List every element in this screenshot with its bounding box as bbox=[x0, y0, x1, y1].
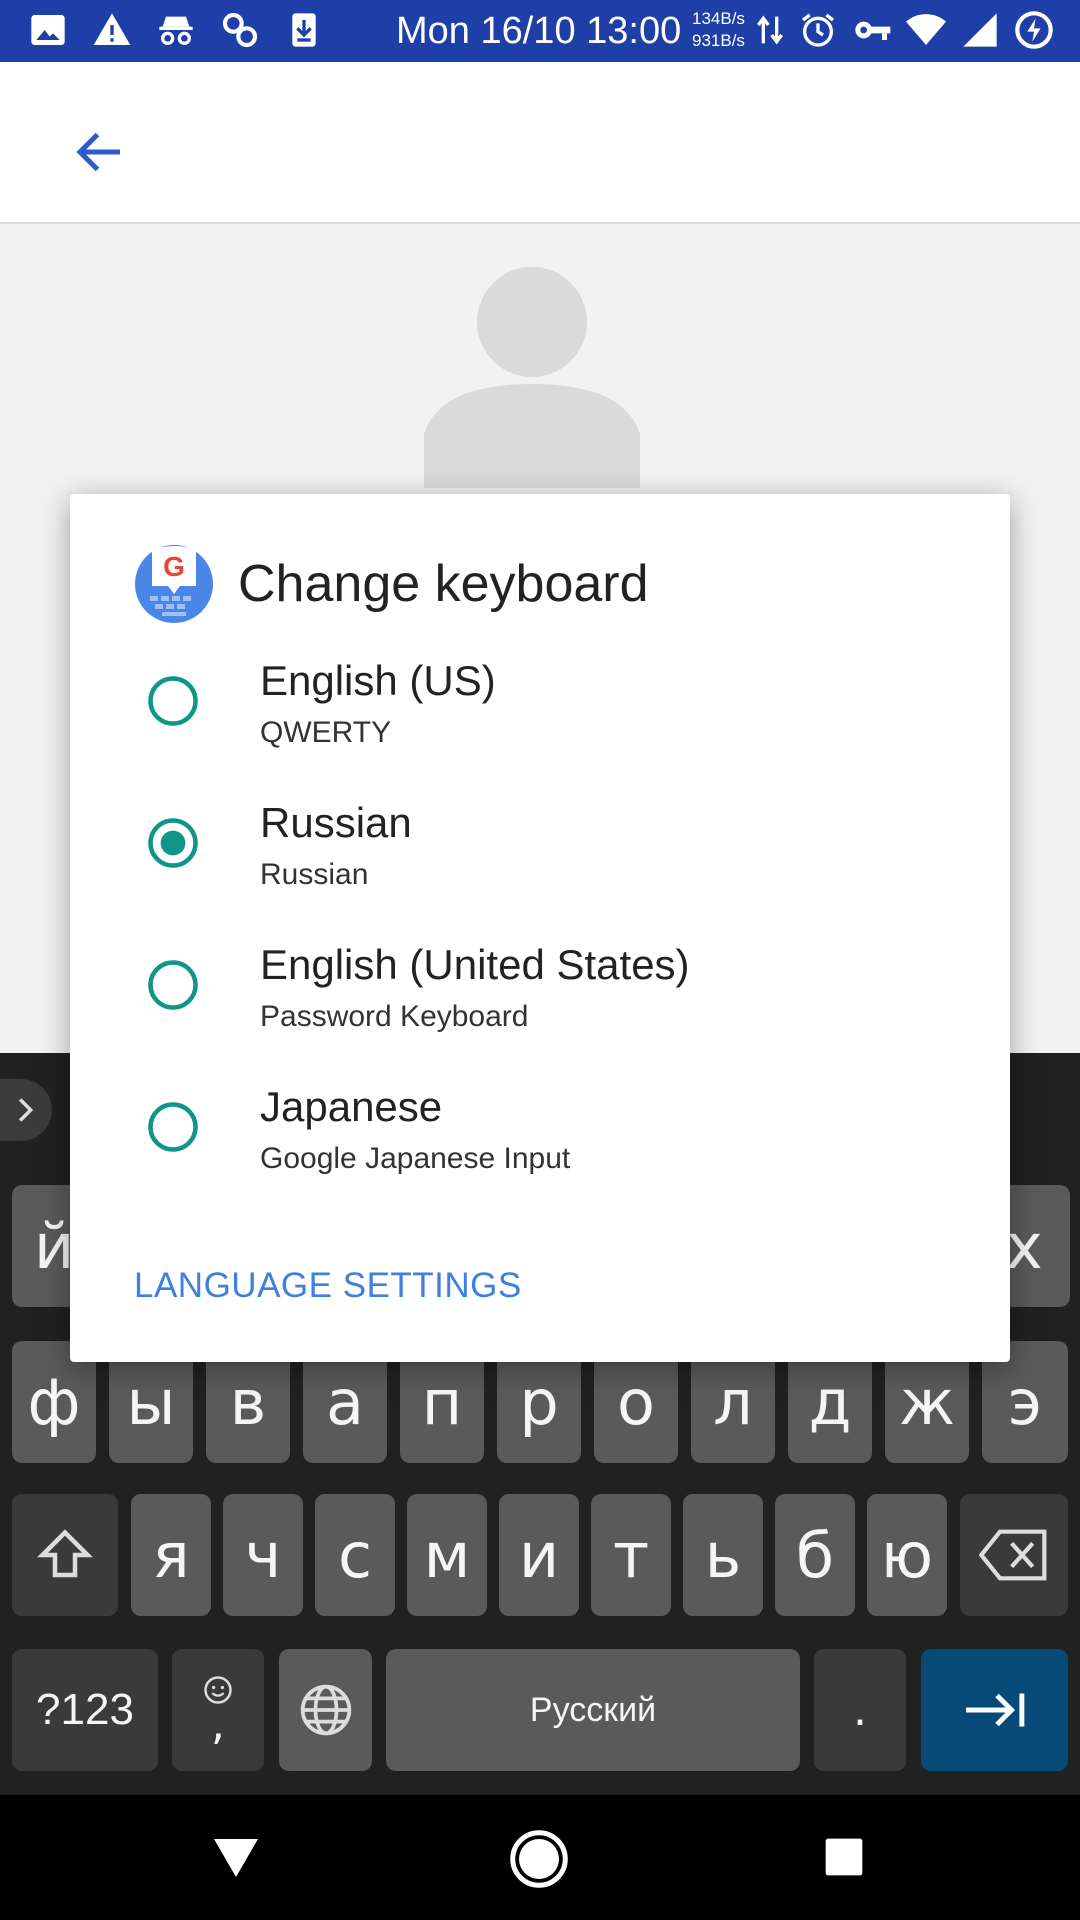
shift-icon bbox=[37, 1529, 93, 1578]
keyboard-option[interactable]: Russian Russian bbox=[70, 780, 1010, 922]
dialog-title: Change keyboard bbox=[238, 555, 649, 613]
option-title: Russian bbox=[260, 799, 412, 846]
keyboard-expand-button[interactable] bbox=[0, 1079, 52, 1141]
key-letter[interactable]: ю bbox=[867, 1494, 947, 1616]
option-title: English (US) bbox=[260, 657, 496, 704]
radio-selected-icon[interactable] bbox=[146, 816, 200, 870]
period-key[interactable]: . bbox=[814, 1649, 906, 1771]
download-icon bbox=[292, 13, 316, 47]
option-subtitle: Google Japanese Input bbox=[260, 1142, 571, 1175]
shift-key[interactable] bbox=[12, 1494, 118, 1616]
option-subtitle: Russian bbox=[260, 858, 369, 891]
back-triangle-icon[interactable] bbox=[212, 1837, 260, 1879]
app-bar bbox=[0, 62, 1080, 224]
language-settings-button[interactable]: LANGUAGE SETTINGS bbox=[134, 1264, 522, 1308]
status-bar: Mon 16/10 13:00 134B/s 931B/s bbox=[0, 0, 1080, 62]
option-title: English (United States) bbox=[260, 941, 690, 988]
rate-down: 931B/s bbox=[692, 31, 745, 50]
back-arrow-icon[interactable] bbox=[70, 122, 130, 182]
wifi-icon bbox=[906, 14, 946, 45]
key-letter[interactable]: я bbox=[131, 1494, 211, 1616]
warning-icon bbox=[93, 13, 131, 46]
backspace-icon bbox=[979, 1529, 1047, 1581]
status-time: Mon 16/10 13:00 bbox=[396, 10, 682, 52]
radio-unselected-icon[interactable] bbox=[146, 1100, 200, 1154]
backspace-key[interactable] bbox=[960, 1494, 1068, 1616]
link-icon bbox=[222, 12, 258, 48]
key-letter[interactable]: ч bbox=[223, 1494, 303, 1616]
gboard-icon: G bbox=[135, 545, 213, 623]
key-letter[interactable]: ь bbox=[683, 1494, 763, 1616]
keyboard-option[interactable]: English (United States) Password Keyboar… bbox=[70, 922, 1010, 1064]
option-title: Japanese bbox=[260, 1083, 443, 1130]
incognito-icon bbox=[159, 16, 193, 45]
option-subtitle: Password Keyboard bbox=[260, 1000, 529, 1033]
space-key[interactable]: Русский bbox=[386, 1649, 800, 1771]
option-subtitle: QWERTY bbox=[260, 716, 392, 749]
home-circle-icon[interactable] bbox=[509, 1829, 569, 1889]
keyboard-option[interactable]: English (US) QWERTY bbox=[70, 638, 1010, 780]
key-letter[interactable]: с bbox=[315, 1494, 395, 1616]
radio-unselected-icon[interactable] bbox=[146, 674, 200, 728]
tab-arrow-icon bbox=[965, 1693, 1024, 1727]
comma-label: , bbox=[211, 1699, 225, 1750]
data-arrows-icon bbox=[757, 15, 783, 45]
avatar-placeholder-icon bbox=[424, 267, 640, 488]
rate-up: 134B/s bbox=[692, 9, 745, 28]
symbols-key[interactable]: ?123 bbox=[12, 1649, 158, 1771]
key-letter[interactable]: б bbox=[775, 1494, 855, 1616]
globe-icon bbox=[300, 1684, 351, 1736]
battery-charging-icon bbox=[1015, 11, 1053, 49]
svg-text:G: G bbox=[163, 551, 185, 582]
change-keyboard-dialog: G Change keyboard English (US) QWERTY Ru… bbox=[70, 494, 1010, 1362]
next-field-key[interactable] bbox=[921, 1649, 1068, 1771]
recents-square-icon[interactable] bbox=[824, 1837, 864, 1877]
key-letter[interactable]: т bbox=[591, 1494, 671, 1616]
image-icon bbox=[31, 15, 65, 45]
signal-icon bbox=[963, 13, 997, 47]
radio-unselected-icon[interactable] bbox=[146, 958, 200, 1012]
navigation-bar bbox=[0, 1795, 1080, 1920]
alarm-icon bbox=[802, 13, 834, 47]
keyboard-option[interactable]: Japanese Google Japanese Input bbox=[70, 1064, 1010, 1206]
key-letter[interactable]: и bbox=[499, 1494, 579, 1616]
network-rates: 134B/s 931B/s bbox=[692, 8, 745, 52]
chevron-right-icon bbox=[18, 1098, 34, 1122]
emoji-comma-key[interactable]: , bbox=[172, 1649, 264, 1771]
key-letter[interactable]: м bbox=[407, 1494, 487, 1616]
vpn-key-icon bbox=[855, 21, 891, 40]
language-switch-key[interactable] bbox=[279, 1649, 372, 1771]
